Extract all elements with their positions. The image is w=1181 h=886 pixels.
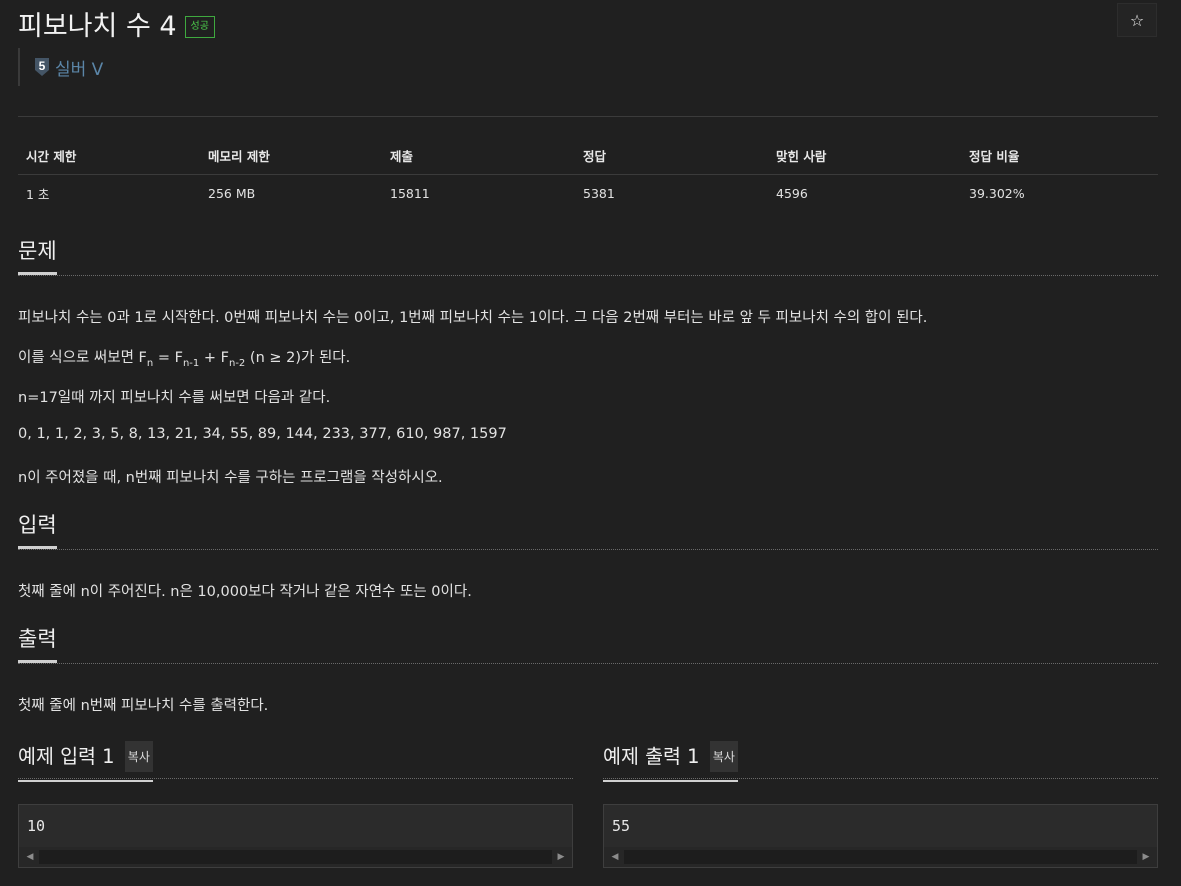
formula-subscript: n-1 (182, 357, 200, 369)
dotted-divider (18, 549, 1158, 550)
problem-title: 피보나치 수 4 (18, 11, 177, 42)
problem-description: 피보나치 수는 0과 1로 시작한다. 0번째 피보나치 수는 0이고, 1번째… (18, 310, 928, 326)
stats-header: 제출 (382, 138, 575, 175)
formula-subscript: n-2 (228, 357, 246, 369)
sample-output-heading: 예제 출력 1 복사 (603, 741, 738, 782)
stats-header: 정답 비율 (961, 138, 1158, 175)
copy-input-button[interactable]: 복사 (124, 741, 153, 772)
stats-value: 15811 (390, 186, 430, 201)
sample-output-value: 55 (612, 817, 631, 835)
sample-input-box[interactable]: 10 ◀ ▶ (18, 804, 573, 868)
stats-value: 39.302% (969, 186, 1025, 201)
sample-input-value: 10 (27, 817, 46, 835)
copy-output-button[interactable]: 복사 (709, 741, 738, 772)
sample-input-heading: 예제 입력 1 복사 (18, 741, 153, 782)
scrollbar-thumb[interactable] (624, 850, 1137, 864)
tier-number: 5 (39, 59, 46, 73)
stats-header: 정답 (575, 138, 768, 175)
scroll-right-icon[interactable]: ▶ (552, 847, 570, 867)
title-row: 피보나치 수 4 성공 (18, 4, 215, 43)
sample-input-header: 예제 입력 1 복사 (18, 741, 573, 782)
tier-link[interactable]: 실버 V (55, 55, 103, 80)
formula-text: + F (199, 350, 229, 366)
tier-badge-icon: 5 (35, 58, 49, 76)
problem-description: n이 주어졌을 때, n번째 피보나치 수를 구하는 프로그램을 작성하시오. (18, 470, 443, 486)
scroll-right-icon[interactable]: ▶ (1137, 847, 1155, 867)
tier-block: 5 실버 V (18, 48, 103, 86)
sample-output-header: 예제 출력 1 복사 (603, 741, 1158, 782)
dotted-divider (18, 663, 1158, 664)
result-badge: 성공 (184, 15, 215, 38)
problem-heading: 문제 (18, 238, 57, 275)
output-section-header: 출력 (18, 626, 1158, 664)
dotted-divider (18, 778, 573, 779)
star-icon: ☆ (1129, 10, 1145, 30)
output-heading: 출력 (18, 626, 57, 663)
stats-value: 5381 (583, 186, 615, 201)
stats-table: 시간 제한 메모리 제한 제출 정답 맞힌 사람 정답 비율 1 초 256 M… (18, 138, 1158, 212)
sample-output-box[interactable]: 55 ◀ ▶ (603, 804, 1158, 868)
dotted-divider (18, 275, 1158, 276)
input-heading: 입력 (18, 512, 57, 549)
formula-text: 이를 식으로 써보면 F (18, 350, 147, 366)
problem-description: n=17일때 까지 피보나치 수를 써보면 다음과 같다. (18, 390, 331, 406)
scroll-left-icon[interactable]: ◀ (606, 847, 624, 867)
stats-header-row: 시간 제한 메모리 제한 제출 정답 맞힌 사람 정답 비율 (18, 138, 1158, 175)
output-description: 첫째 줄에 n번째 피보나치 수를 출력한다. (18, 698, 269, 714)
sample-input-title: 예제 입력 1 (18, 745, 115, 768)
stats-header: 시간 제한 (18, 138, 200, 175)
problem-section-header: 문제 (18, 238, 1158, 276)
stats-value-row: 1 초 256 MB 15811 5381 4596 39.302% (18, 175, 1158, 213)
dotted-divider (603, 778, 1158, 779)
input-section-header: 입력 (18, 512, 1158, 550)
scrollbar-thumb[interactable] (39, 850, 552, 864)
scroll-left-icon[interactable]: ◀ (21, 847, 39, 867)
stats-value: 1 초 (26, 187, 50, 202)
formula-text: (n ≥ 2)가 된다. (245, 350, 351, 366)
stats-value: 256 MB (208, 186, 256, 201)
problem-formula: 이를 식으로 써보면 Fn = Fn-1 + Fn-2 (n ≥ 2)가 된다. (18, 346, 350, 369)
stats-value: 4596 (776, 186, 808, 201)
horizontal-scrollbar[interactable]: ◀ ▶ (604, 847, 1157, 867)
input-description: 첫째 줄에 n이 주어진다. n은 10,000보다 작거나 같은 자연수 또는… (18, 584, 472, 600)
divider (18, 116, 1158, 117)
fibonacci-sequence: 0, 1, 1, 2, 3, 5, 8, 13, 21, 34, 55, 89,… (18, 426, 507, 442)
stats-header: 맞힌 사람 (768, 138, 961, 175)
sample-output-title: 예제 출력 1 (603, 745, 700, 768)
horizontal-scrollbar[interactable]: ◀ ▶ (19, 847, 572, 867)
formula-text: = F (153, 350, 183, 366)
star-button[interactable]: ☆ (1117, 3, 1157, 37)
stats-header: 메모리 제한 (200, 138, 382, 175)
